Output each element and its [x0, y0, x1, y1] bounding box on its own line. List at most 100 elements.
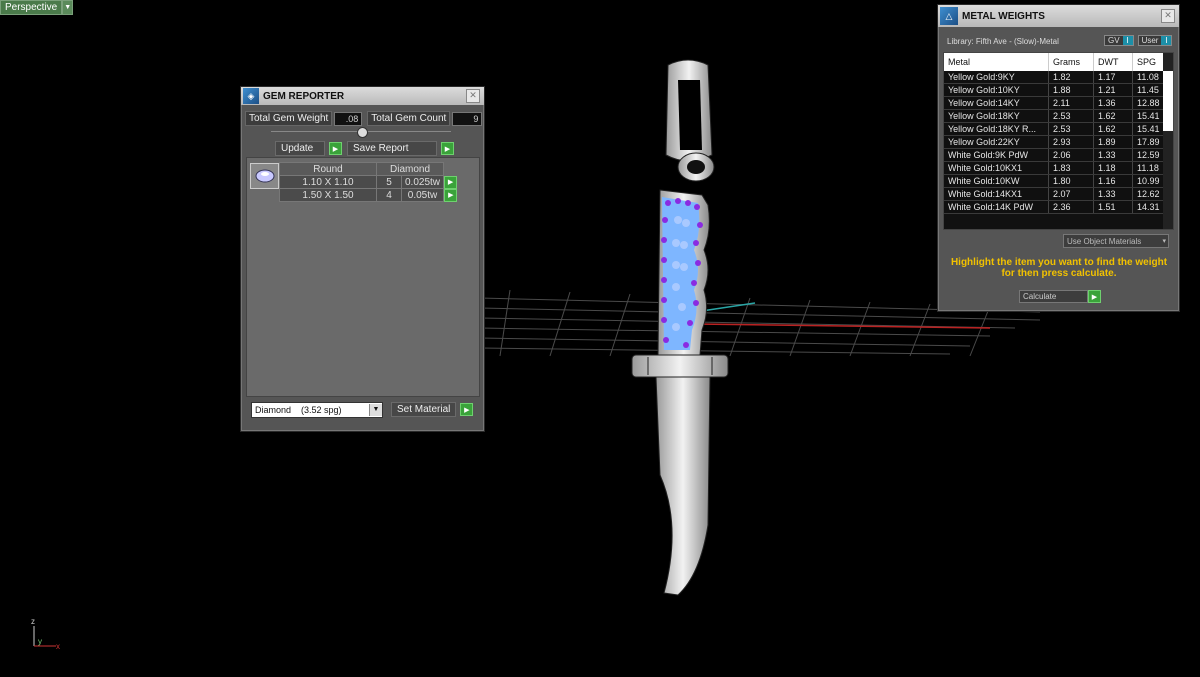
total-gem-weight-label: Total Gem Weight	[245, 111, 333, 126]
table-row[interactable]: White Gold:9K PdW 2.06 1.33 12.59	[944, 148, 1173, 162]
metal-grams: 2.36	[1048, 200, 1094, 214]
metal-grams: 1.82	[1048, 71, 1094, 84]
metal-table: Metal Grams DWT SPG Yellow Gold:9KY 1.82 1…	[944, 53, 1173, 214]
metal-name: White Gold:14K PdW	[944, 200, 1049, 214]
metal-weights-icon: △	[940, 7, 958, 25]
metal-name: Yellow Gold:9KY	[944, 71, 1049, 84]
metal-grams: 2.06	[1048, 148, 1094, 162]
table-row[interactable]: White Gold:14KX1 2.07 1.33 12.62	[944, 187, 1173, 201]
metal-name: White Gold:9K PdW	[944, 148, 1049, 162]
metal-grams: 2.11	[1048, 96, 1094, 110]
metal-name: White Gold:10KX1	[944, 161, 1049, 175]
grams-col-header: Grams	[1048, 53, 1094, 71]
total-gem-weight-value: .08	[334, 111, 363, 126]
metal-name: White Gold:14KX1	[944, 187, 1049, 201]
scrollbar[interactable]	[1163, 53, 1173, 229]
metal-grams: 1.83	[1048, 161, 1094, 175]
set-material-button[interactable]: Set Material ▶	[391, 402, 474, 417]
slider-handle[interactable]	[357, 127, 368, 138]
table-row[interactable]: Yellow Gold:9KY 1.82 1.17 11.08	[944, 71, 1173, 84]
chevron-down-icon[interactable]: ▼	[369, 404, 382, 416]
table-row[interactable]: White Gold:10KW 1.80 1.16 10.99	[944, 174, 1173, 188]
chevron-down-icon[interactable]: ▼	[62, 0, 74, 15]
play-icon[interactable]: ▶	[441, 142, 454, 155]
table-row[interactable]: White Gold:10KX1 1.83 1.18 11.18	[944, 161, 1173, 175]
total-gem-count-label: Total Gem Count	[367, 111, 451, 126]
gem-reporter-title: GEM REPORTER	[263, 90, 345, 102]
calculate-button[interactable]: Calculate ▶	[1019, 290, 1101, 303]
play-icon[interactable]: ▶	[1088, 290, 1101, 303]
calculate-label: Calculate	[1019, 290, 1088, 303]
metal-dwt: 1.21	[1093, 83, 1133, 97]
table-row[interactable]: Yellow Gold:14KY 2.11 1.36 12.88	[944, 96, 1173, 110]
user-label: User	[1141, 36, 1159, 45]
metal-dwt: 1.33	[1093, 187, 1133, 201]
gem-reporter-titlebar[interactable]: ◈ GEM REPORTER ✕	[241, 87, 484, 105]
metal-grams: 1.80	[1048, 174, 1094, 188]
use-object-materials-label: Use Object Materials	[1067, 236, 1142, 246]
save-report-button[interactable]: Save Report ▶	[347, 141, 454, 156]
update-button-label: Update	[275, 141, 325, 156]
table-row[interactable]: White Gold:14K PdW 2.36 1.51 14.31	[944, 200, 1173, 214]
metal-table-container[interactable]: Metal Grams DWT SPG Yellow Gold:9KY 1.82 1…	[943, 52, 1174, 230]
metal-dwt: 1.89	[1093, 135, 1133, 149]
metal-name: White Gold:10KW	[944, 174, 1049, 188]
table-row[interactable]: 1.10 X 1.10 5 0.025tw ▶	[279, 175, 458, 189]
gv-label: GV	[1108, 36, 1120, 45]
library-label: Library: Fifth Ave - (Slow)-Metal	[947, 37, 1059, 46]
chevron-down-icon[interactable]: ▾	[1162, 237, 1168, 245]
metal-dwt: 1.17	[1093, 71, 1133, 84]
metal-dwt: 1.51	[1093, 200, 1133, 214]
close-icon[interactable]: ✕	[466, 89, 480, 103]
gem-weight: 0.05tw	[400, 188, 445, 202]
table-row[interactable]: Yellow Gold:10KY 1.88 1.21 11.45	[944, 83, 1173, 97]
instruction-text: Highlight the item you want to find the …	[950, 257, 1168, 279]
round-gem-icon[interactable]	[250, 163, 279, 189]
play-icon[interactable]: ▶	[329, 142, 342, 155]
gem-size: 1.10 X 1.10	[279, 175, 377, 189]
metal-name: Yellow Gold:18KY R...	[944, 122, 1049, 136]
viewport-label[interactable]: Perspective	[0, 0, 63, 15]
table-row[interactable]: Yellow Gold:22KY 2.93 1.89 17.89	[944, 135, 1173, 149]
scrollbar-thumb[interactable]	[1163, 71, 1173, 131]
metal-dwt: 1.33	[1093, 148, 1133, 162]
metal-col-header: Metal	[944, 53, 1049, 71]
viewport-label-dropdown[interactable]: Perspective ▼	[0, 0, 74, 15]
table-row[interactable]: Yellow Gold:18KY 2.53 1.62 15.41	[944, 109, 1173, 123]
set-material-label: Set Material	[391, 402, 457, 417]
play-icon[interactable]: ▶	[444, 188, 458, 202]
table-row[interactable]: Yellow Gold:18KY R... 2.53 1.62 15.41	[944, 122, 1173, 136]
save-report-label: Save Report	[347, 141, 437, 156]
x-axis-label: x	[56, 642, 60, 651]
update-button[interactable]: Update ▶	[275, 141, 342, 156]
user-toggle[interactable]: User I	[1137, 35, 1173, 46]
metal-dwt: 1.62	[1093, 122, 1133, 136]
use-object-materials-select[interactable]: Use Object Materials ▾	[1063, 234, 1169, 248]
z-axis-label: z	[31, 617, 35, 626]
knife-pendant-model[interactable]	[620, 55, 750, 600]
gem-list-area: Round Diamond 1.10 X 1.10 5 0.025tw ▶ 1.…	[246, 157, 480, 397]
gem-reporter-panel: ◈ GEM REPORTER ✕ Total Gem Weight .08 To…	[240, 86, 485, 432]
gem-shape-header: Round	[279, 162, 377, 176]
metal-name: Yellow Gold:22KY	[944, 135, 1049, 149]
gem-size: 1.50 X 1.50	[279, 188, 377, 202]
play-icon[interactable]: ▶	[460, 403, 474, 416]
metal-dwt: 1.16	[1093, 174, 1133, 188]
metal-weights-titlebar[interactable]: △ METAL WEIGHTS ✕	[938, 5, 1179, 27]
gem-table: Round Diamond 1.10 X 1.10 5 0.025tw ▶ 1.…	[279, 162, 458, 202]
table-row[interactable]: 1.50 X 1.50 4 0.05tw ▶	[279, 188, 458, 202]
metal-weights-title: METAL WEIGHTS	[962, 10, 1045, 22]
metal-name: Yellow Gold:18KY	[944, 109, 1049, 123]
close-icon[interactable]: ✕	[1161, 9, 1175, 23]
play-icon[interactable]: ▶	[444, 175, 458, 189]
metal-grams: 2.93	[1048, 135, 1094, 149]
gem-material-header: Diamond	[375, 162, 445, 176]
metal-dwt: 1.18	[1093, 161, 1133, 175]
metal-name: Yellow Gold:14KY	[944, 96, 1049, 110]
material-select[interactable]: Diamond (3.52 spg) ▼	[251, 402, 383, 418]
metal-weights-panel: △ METAL WEIGHTS ✕ Library: Fifth Ave - (…	[937, 4, 1180, 312]
metal-grams: 2.53	[1048, 122, 1094, 136]
total-gem-count-value: 9	[452, 111, 483, 126]
gv-toggle[interactable]: GV I	[1104, 35, 1134, 46]
metal-grams: 1.88	[1048, 83, 1094, 97]
